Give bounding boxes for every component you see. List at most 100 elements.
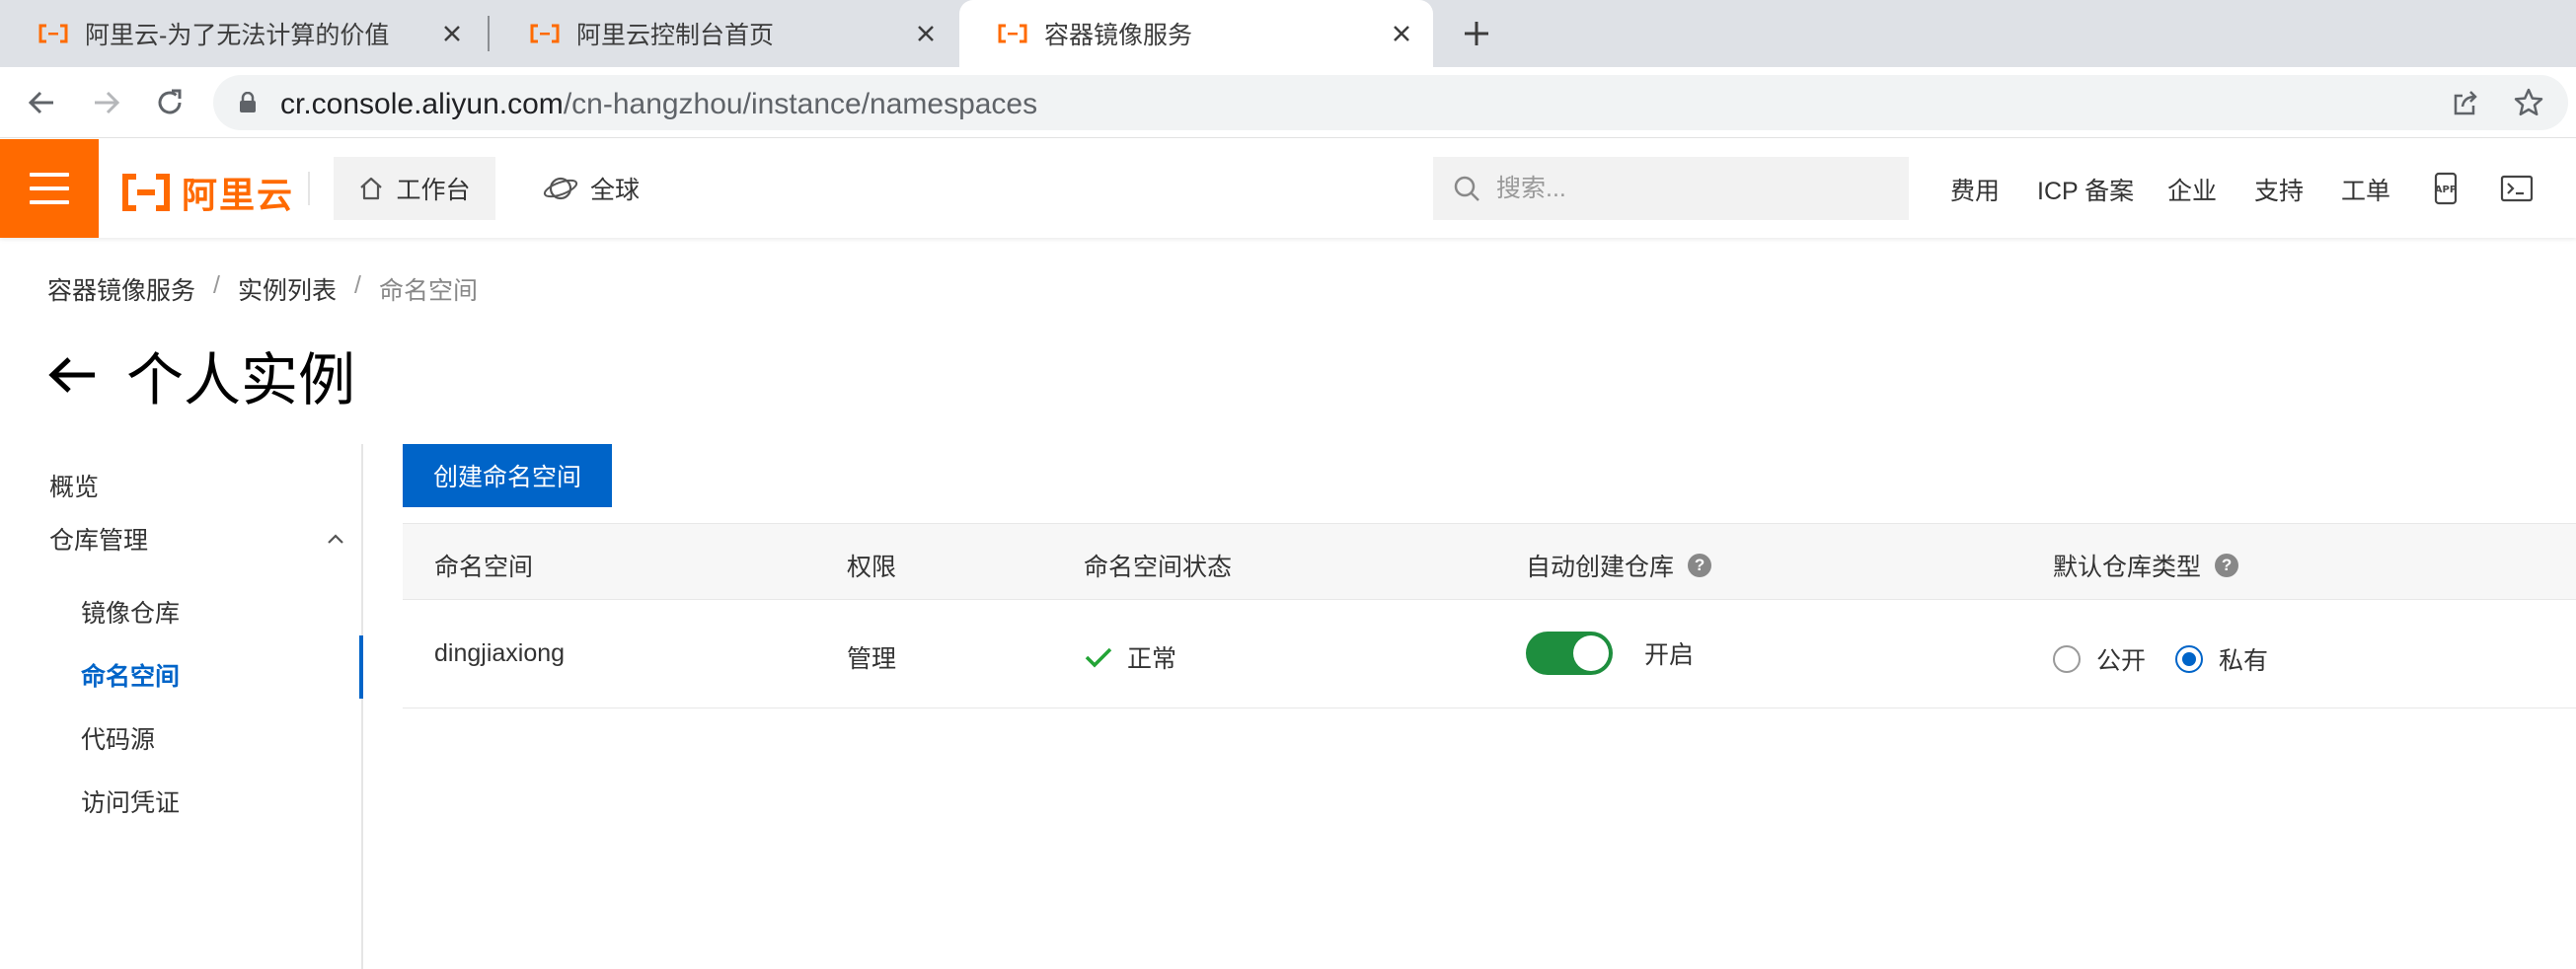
share-icon[interactable] xyxy=(2448,85,2483,120)
chevron-up-icon xyxy=(328,534,343,544)
back-arrow-icon[interactable] xyxy=(47,350,97,400)
table-row: dingjiaxiong 管理 正常 开启 公开 私有 xyxy=(403,600,2576,708)
globe-orbit-icon xyxy=(543,177,578,200)
sidebar-active-indicator xyxy=(359,635,363,699)
help-question-icon[interactable]: ? xyxy=(2215,554,2239,577)
aliyun-favicon-icon xyxy=(38,24,68,43)
breadcrumb-item[interactable]: 实例列表 xyxy=(238,271,337,307)
sidebar-item-code-source[interactable]: 代码源 xyxy=(81,720,155,756)
browser-toolbar: cr.console.aliyun.com/cn-hangzhou/instan… xyxy=(0,67,2576,138)
browser-tabstrip: 阿里云-为了无法计算的价值 阿里云控制台首页 容器镜像服务 xyxy=(0,0,2576,67)
workbench-label: 工作台 xyxy=(396,177,471,204)
column-header-default-repo-type: 默认仓库类型 ? xyxy=(2053,548,2239,583)
bookmark-star-icon[interactable] xyxy=(2511,85,2546,120)
close-tab-icon[interactable] xyxy=(1384,16,1419,51)
breadcrumb-separator: / xyxy=(213,271,220,299)
cell-status: 正常 xyxy=(1084,639,1176,675)
browser-tab-2[interactable]: 阿里云控制台首页 xyxy=(492,0,957,67)
sidebar-group-repo-management[interactable]: 仓库管理 xyxy=(49,519,345,559)
nav-link-icp[interactable]: ICP 备案 xyxy=(2037,172,2134,207)
breadcrumb-item[interactable]: 容器镜像服务 xyxy=(47,271,195,307)
radio-public-label: 公开 xyxy=(2096,647,2147,675)
tab-title: 容器镜像服务 xyxy=(1044,22,1193,49)
sidebar-group-label: 仓库管理 xyxy=(49,527,149,555)
help-question-icon[interactable]: ? xyxy=(1688,554,1712,577)
cell-default-repo-type: 公开 私有 xyxy=(2053,641,2268,677)
console-search[interactable] xyxy=(1433,157,1909,220)
aliyun-logo-icon xyxy=(122,174,170,211)
radio-private[interactable] xyxy=(2175,645,2204,673)
close-tab-icon[interactable] xyxy=(908,16,944,51)
page-header: 个人实例 xyxy=(47,334,355,416)
sidebar-item-namespace[interactable]: 命名空间 xyxy=(81,657,180,693)
column-header-label: 自动创建仓库 xyxy=(1526,554,1675,581)
url-host: cr.console.aliyun.com xyxy=(280,88,564,120)
back-button[interactable] xyxy=(24,85,59,120)
tab-divider xyxy=(488,16,490,51)
menu-hamburger-icon[interactable] xyxy=(0,139,99,238)
arrow-right-icon xyxy=(95,91,120,114)
region-label: 全球 xyxy=(590,177,641,204)
nav-link-support[interactable]: 支持 xyxy=(2254,172,2304,207)
app-icon[interactable]: APP xyxy=(2426,169,2465,208)
close-tab-icon[interactable] xyxy=(434,16,470,51)
tab-title: 阿里云控制台首页 xyxy=(576,22,775,49)
cell-namespace: dingjiaxiong xyxy=(434,639,566,667)
column-header-permission: 权限 xyxy=(847,548,896,583)
svg-text:APP: APP xyxy=(2435,185,2457,195)
status-text: 正常 xyxy=(1127,645,1177,673)
workbench-button[interactable]: 工作台 xyxy=(334,157,495,220)
brand-name: 阿里云 xyxy=(182,175,295,215)
column-header-auto-create: 自动创建仓库 ? xyxy=(1526,548,1712,583)
sidebar-item-image-repo[interactable]: 镜像仓库 xyxy=(81,594,180,630)
aliyun-favicon-icon xyxy=(530,24,560,43)
arrow-left-icon xyxy=(28,91,53,114)
aliyun-logo[interactable]: 阿里云 xyxy=(120,167,294,218)
browser-tab-3[interactable]: 容器镜像服务 xyxy=(959,0,1433,67)
new-tab-button[interactable] xyxy=(1455,12,1498,55)
cell-auto-create: 开启 xyxy=(1526,632,1694,675)
home-icon xyxy=(360,177,383,200)
radio-private-label: 私有 xyxy=(2219,647,2269,675)
lock-icon xyxy=(240,92,256,112)
url-text: cr.console.aliyun.com/cn-hangzhou/instan… xyxy=(280,88,1037,121)
column-header-label: 命名空间 xyxy=(434,554,534,581)
breadcrumb-current: 命名空间 xyxy=(378,277,478,305)
search-input[interactable] xyxy=(1496,174,1871,203)
toggle-label: 开启 xyxy=(1644,641,1695,669)
auto-create-toggle[interactable] xyxy=(1526,632,1613,675)
create-namespace-button[interactable]: 创建命名空间 xyxy=(403,444,612,507)
page-title: 个人实例 xyxy=(126,348,356,412)
column-header-label: 默认仓库类型 xyxy=(2053,554,2202,581)
sidebar-item-overview[interactable]: 概览 xyxy=(49,468,99,503)
breadcrumb-separator: / xyxy=(353,271,361,299)
aliyun-favicon-icon xyxy=(998,24,1027,43)
url-path: /cn-hangzhou/instance/namespaces xyxy=(563,88,1038,120)
toggle-knob xyxy=(1573,635,1609,671)
address-bar[interactable]: cr.console.aliyun.com/cn-hangzhou/instan… xyxy=(213,75,2568,130)
column-header-namespace: 命名空间 xyxy=(434,548,533,583)
browser-tab-1[interactable]: 阿里云-为了无法计算的价值 xyxy=(0,0,484,67)
breadcrumb: 容器镜像服务 / 实例列表 / 命名空间 xyxy=(47,271,478,307)
region-selector[interactable]: 全球 xyxy=(543,157,640,220)
nav-divider xyxy=(308,172,310,205)
column-header-status: 命名空间状态 xyxy=(1084,548,1232,583)
radio-public[interactable] xyxy=(2053,645,2081,673)
search-icon xyxy=(1454,176,1479,201)
nav-link-ticket[interactable]: 工单 xyxy=(2341,172,2390,207)
terminal-icon[interactable] xyxy=(2497,169,2537,208)
reload-icon xyxy=(158,89,182,114)
sidebar-item-access-credential[interactable]: 访问凭证 xyxy=(81,783,180,819)
nav-link-enterprise[interactable]: 企业 xyxy=(2167,172,2217,207)
column-header-label: 命名空间状态 xyxy=(1084,554,1233,581)
checkmark-icon xyxy=(1085,647,1112,668)
sidebar: 概览 仓库管理 镜像仓库 命名空间 代码源 访问凭证 xyxy=(0,444,363,969)
tab-title: 阿里云-为了无法计算的价值 xyxy=(85,22,390,49)
nav-link-billing[interactable]: 费用 xyxy=(1950,172,2000,207)
column-header-label: 权限 xyxy=(847,554,897,581)
plus-icon xyxy=(1465,22,1488,45)
forward-button[interactable] xyxy=(89,85,124,120)
console-top-nav: 阿里云 工作台 全球 费用 ICP 备案 企业 支持 工单 APP xyxy=(0,139,2576,238)
cell-permission: 管理 xyxy=(847,645,897,673)
reload-button[interactable] xyxy=(152,85,188,120)
